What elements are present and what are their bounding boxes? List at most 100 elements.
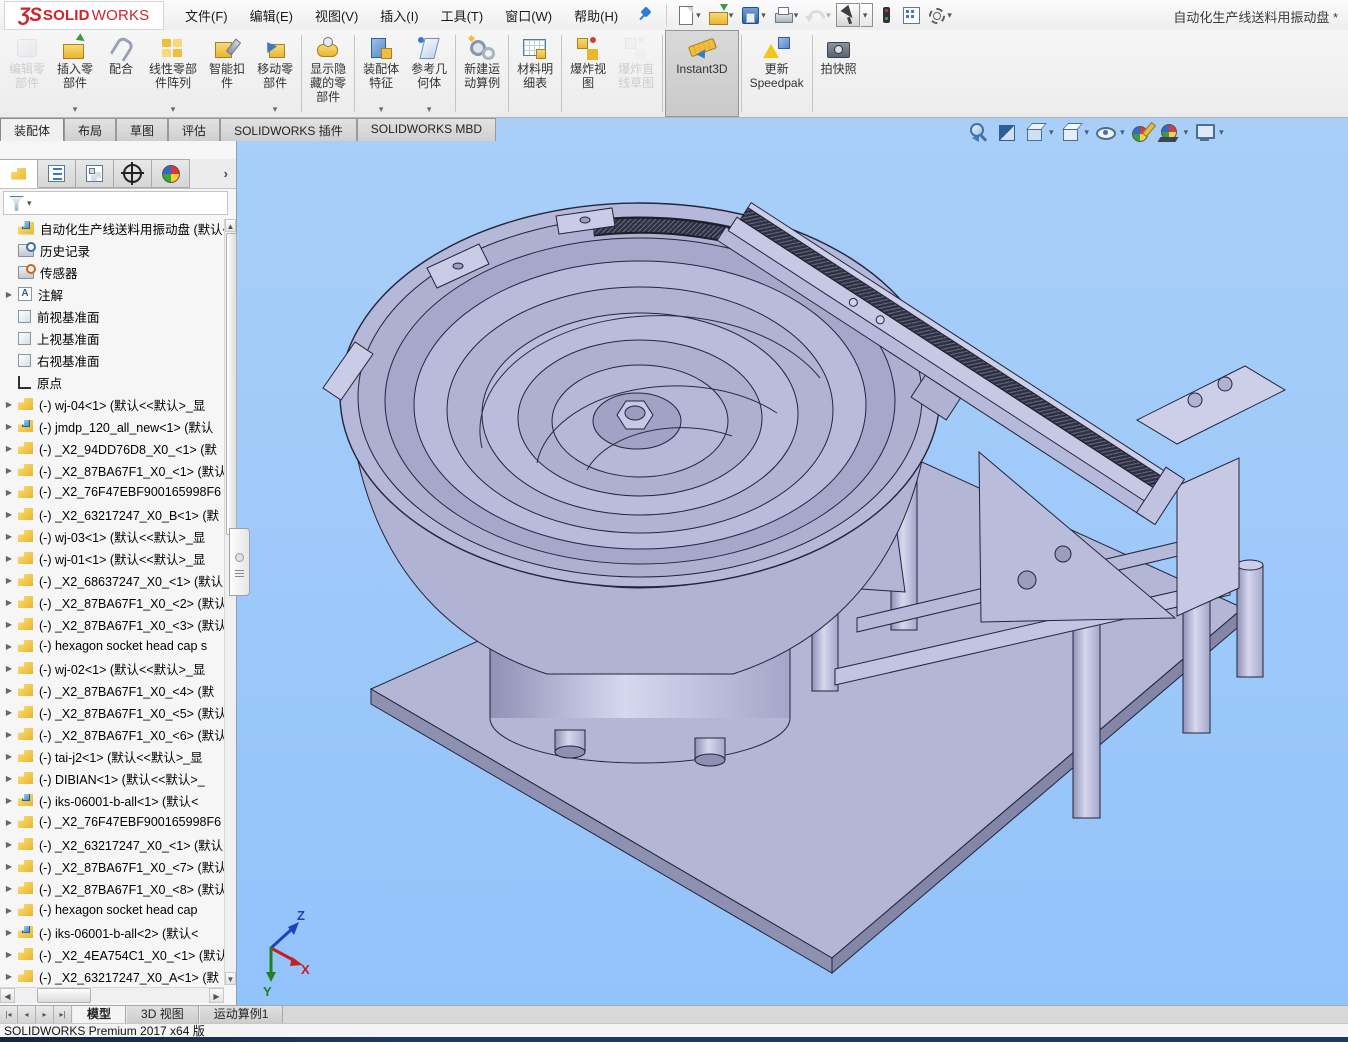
view-orientation-icon[interactable] [1023,120,1047,144]
undo-button[interactable]: ▾ [803,3,835,27]
tree-item[interactable]: ▶(-) _X2_87BA67F1_X0_<7> (默认 [0,855,224,877]
scroll-down-icon[interactable]: ▼ [225,972,236,985]
expand-arrow-icon[interactable]: ▶ [0,840,18,849]
expand-arrow-icon[interactable]: ▶ [0,422,18,431]
tree-item[interactable]: 右视基准面 [0,349,224,371]
expand-arrow-icon[interactable]: ▶ [0,972,18,981]
tree-item[interactable]: ▶(-) _X2_63217247_X0_A<1> (默 [0,965,224,985]
open-file-icon[interactable] [707,4,729,26]
expand-arrow-icon[interactable]: ▶ [0,686,18,695]
rebuild-icon[interactable] [875,4,897,26]
expand-arrow-icon[interactable]: ▶ [0,708,18,717]
dropdown-arrow-icon[interactable]: ▾ [729,10,734,21]
tab-solidworks-addins[interactable]: SOLIDWORKS 插件 [220,118,357,141]
tree-item[interactable]: 传感器 [0,261,224,283]
options-list-button[interactable] [899,3,923,27]
expand-arrow-icon[interactable]: ▶ [0,466,18,475]
tree-vertical-scrollbar[interactable]: ▲ ▼ [224,219,236,985]
instant3d-button[interactable]: Instant3D [665,30,738,117]
tree-item[interactable]: 历史记录 [0,239,224,261]
expand-arrow-icon[interactable]: ▶ [0,488,18,497]
filter-funnel-icon[interactable] [9,196,24,211]
study-tab-nav-icon[interactable]: ◂ [18,1006,36,1024]
dropdown-arrow-icon[interactable]: ▾ [171,104,176,115]
exploded-view-button[interactable]: 爆炸视图 [564,30,612,117]
expand-arrow-icon[interactable]: ▶ [0,862,18,871]
select-cursor-icon[interactable] [837,4,859,26]
dropdown-arrow-icon[interactable]: ▾ [1219,127,1224,138]
featuremanager-tab-button[interactable] [0,159,38,188]
mate-button[interactable]: 配合 [99,30,143,117]
expand-arrow-icon[interactable]: ▶ [0,400,18,409]
show-hidden-components-button[interactable]: 显示隐藏的零部件 [304,30,352,117]
propertymanager-tab-button[interactable] [38,159,76,188]
zoom-to-area-icon[interactable] [939,120,963,144]
tab-sketch[interactable]: 草图 [116,118,168,141]
tree-item[interactable]: 上视基准面 [0,327,224,349]
dropdown-arrow-icon[interactable]: ▾ [1120,127,1125,138]
zoom-to-fit-icon[interactable] [911,120,935,144]
settings-gear-icon[interactable] [925,4,947,26]
menu-help[interactable]: 帮助(H) [564,2,628,29]
dropdown-arrow-icon[interactable]: ▾ [826,10,831,21]
menu-view[interactable]: 视图(V) [305,2,368,29]
tree-item[interactable]: ▶(-) wj-02<1> (默认<<默认>_显 [0,657,224,679]
tree-item[interactable]: ▶(-) _X2_87BA67F1_X0_<6> (默认 [0,723,224,745]
menu-window[interactable]: 窗口(W) [495,2,562,29]
menu-file[interactable]: 文件(F) [175,2,238,29]
tree-item[interactable]: ▶(-) _X2_63217247_X0_<1> (默认 [0,833,224,855]
expand-panel-icon[interactable]: › [216,159,236,188]
tree-item[interactable]: ▶(-) _X2_87BA67F1_X0_<1> (默认 [0,459,224,481]
select-cursor-button[interactable] [836,3,860,27]
open-file-button[interactable]: ▾ [706,3,738,27]
expand-arrow-icon[interactable]: ▶ [0,642,18,651]
dropdown-arrow-icon[interactable]: ▾ [1085,127,1090,138]
expand-arrow-icon[interactable]: ▶ [0,598,18,607]
tree-filter-input[interactable]: ▾ [3,191,228,215]
expand-arrow-icon[interactable]: ▶ [0,532,18,541]
tree-item[interactable]: ▶(-) _X2_94DD76D8_X0_<1> (默 [0,437,224,459]
expand-arrow-icon[interactable]: ▶ [0,620,18,629]
expand-arrow-icon[interactable]: ▶ [0,818,18,827]
display-style-icon[interactable] [1059,120,1083,144]
tab-layout[interactable]: 布局 [64,118,116,141]
expand-arrow-icon[interactable]: ▶ [0,906,18,915]
tab-3d-views[interactable]: 3D 视图 [126,1006,199,1024]
tree-item[interactable]: ▶(-) _X2_87BA67F1_X0_<5> (默认 [0,701,224,723]
save-icon[interactable] [739,4,761,26]
bill-of-materials-button[interactable]: 材料明细表 [511,30,559,117]
new-file-icon[interactable] [674,4,696,26]
menu-insert[interactable]: 插入(I) [370,2,428,29]
expand-arrow-icon[interactable]: ▶ [0,554,18,563]
dropdown-arrow-icon[interactable]: ▾ [696,10,701,21]
view-settings-icon[interactable] [1193,120,1217,144]
tree-item[interactable]: 原点 [0,371,224,393]
print-icon[interactable] [772,4,794,26]
pin-menu-icon[interactable] [636,7,652,23]
take-snapshot-button[interactable]: 拍快照 [815,30,863,117]
tree-item[interactable]: ▶(-) hexagon socket head cap [0,899,224,921]
horizontal-scroll-thumb[interactable] [37,988,91,1003]
menu-edit[interactable]: 编辑(E) [240,2,303,29]
expand-arrow-icon[interactable]: ▶ [0,730,18,739]
menu-tools[interactable]: 工具(T) [431,2,494,29]
vertical-scroll-thumb[interactable] [226,233,237,535]
dropdown-arrow-icon[interactable]: ▾ [1049,127,1054,138]
model-3d-view[interactable]: Z X Y [237,118,1348,1005]
tab-assembly[interactable]: 装配体 [0,118,64,141]
dropdown-arrow-icon[interactable]: ▾ [761,10,766,21]
tree-item[interactable]: ▶(-) _X2_87BA67F1_X0_<4> (默 [0,679,224,701]
tree-item[interactable]: ▶(-) wj-03<1> (默认<<默认>_显 [0,525,224,547]
print-button[interactable]: ▾ [771,3,803,27]
expand-arrow-icon[interactable]: ▶ [0,290,18,299]
dropdown-arrow-icon[interactable]: ▾ [273,104,278,115]
dropdown-arrow-icon[interactable]: ▾ [861,3,874,27]
expand-arrow-icon[interactable]: ▶ [0,576,18,585]
graphics-area[interactable]: Z X Y ▾ ▾ ▾ ▾ ▾ [237,118,1348,1005]
tree-item[interactable]: ▶(-) _X2_4EA754C1_X0_<1> (默认 [0,943,224,965]
filter-dropdown-icon[interactable]: ▾ [27,198,32,209]
undo-icon[interactable] [804,4,826,26]
rebuild-button[interactable] [874,3,898,27]
expand-arrow-icon[interactable]: ▶ [0,950,18,959]
dropdown-arrow-icon[interactable]: ▾ [1184,127,1189,138]
